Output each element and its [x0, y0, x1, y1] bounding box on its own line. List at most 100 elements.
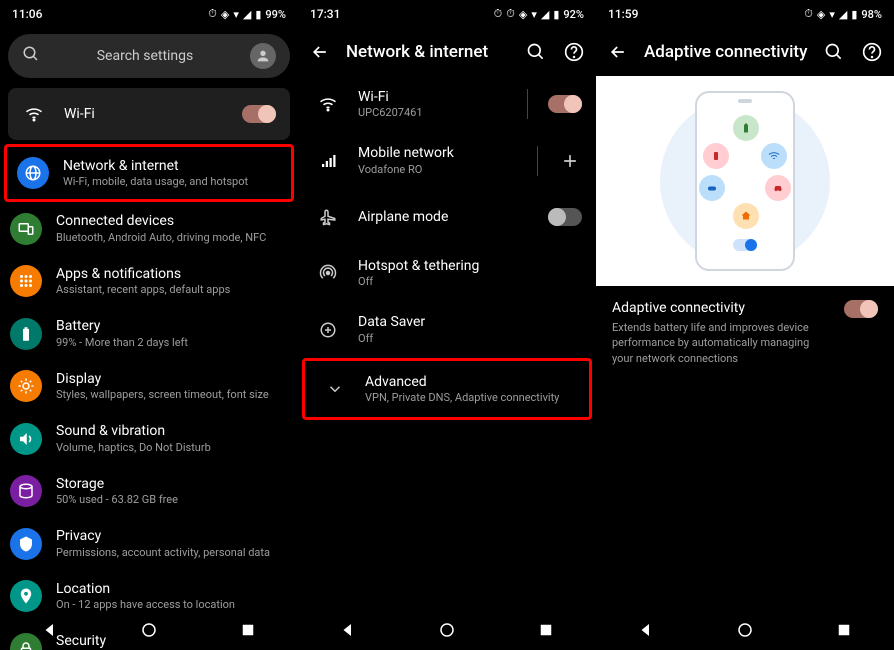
back-icon[interactable] [308, 40, 332, 64]
devices-icon [10, 213, 42, 245]
row-title: Network & internet [63, 157, 277, 175]
location-icon [10, 580, 42, 612]
row-title: Display [56, 370, 284, 388]
nav-bar [596, 610, 894, 650]
row-sub: Off [358, 332, 582, 346]
settings-row-sound[interactable]: Sound & vibrationVolume, haptics, Do Not… [0, 412, 298, 464]
search-placeholder: Search settings [54, 48, 236, 64]
screen-header: Adaptive connectivity [596, 28, 894, 76]
row-title: Connected devices [56, 212, 284, 230]
setting-title: Adaptive connectivity [612, 300, 832, 316]
row-title: Advanced [365, 373, 575, 391]
status-icons: ⏱◈▾◢▮ 98% [804, 7, 882, 21]
add-icon[interactable] [558, 151, 582, 171]
row-title: Airplane mode [358, 208, 534, 226]
wifi-icon [312, 88, 344, 120]
home-bubble [733, 203, 759, 229]
row-sub: VPN, Private DNS, Adaptive connectivity [365, 391, 575, 405]
clock: 11:06 [12, 7, 42, 21]
network-list: Wi-FiUPC6207461Mobile networkVodafone RO… [298, 76, 596, 650]
help-icon[interactable] [562, 40, 586, 64]
battery-icon [10, 318, 42, 350]
home-nav[interactable] [736, 621, 754, 639]
illustration-panel [596, 76, 894, 286]
adaptive-setting-row[interactable]: Adaptive connectivity Extends battery li… [596, 286, 894, 380]
network-row-expand[interactable]: AdvancedVPN, Private DNS, Adaptive conne… [302, 358, 592, 420]
row-sub: 99% - More than 2 days left [56, 336, 284, 350]
row-sub: Volume, haptics, Do Not Disturb [56, 441, 284, 455]
nav-bar [298, 610, 596, 650]
settings-main-screen: 11:06 ⏱◈▾◢▮ 99% Search settings Wi-Fi Net… [0, 0, 298, 650]
wifi-bubble [761, 143, 787, 169]
recent-nav[interactable] [239, 621, 257, 639]
phone-bubble [703, 143, 729, 169]
toggle[interactable] [548, 95, 582, 113]
settings-row-apps[interactable]: Apps & notificationsAssistant, recent ap… [0, 255, 298, 307]
row-sub: Vodafone RO [358, 163, 517, 177]
datasaver-icon [312, 314, 344, 346]
network-row-hotspot[interactable]: Hotspot & tetheringOff [298, 245, 596, 301]
toggle[interactable] [548, 208, 582, 226]
back-nav[interactable] [637, 621, 655, 639]
adaptive-toggle[interactable] [844, 300, 878, 318]
setting-desc: Extends battery life and improves device… [612, 320, 832, 366]
status-icons: ⏱◈▾◢▮ 99% [208, 7, 286, 21]
signal-icon [312, 145, 344, 177]
row-title: Data Saver [358, 313, 582, 331]
clock: 17:31 [310, 7, 340, 21]
header-title: Adaptive connectivity [644, 42, 808, 62]
wifi-toggle[interactable] [242, 105, 276, 123]
settings-row-privacy[interactable]: PrivacyPermissions, account activity, pe… [0, 517, 298, 569]
expand-icon [319, 373, 351, 405]
settings-row-wifi[interactable]: Wi-Fi [8, 88, 290, 140]
network-internet-screen: 17:31 ⏱⏱◈▾◢▮ 92% Network & internet Wi-F… [298, 0, 596, 650]
back-nav[interactable] [41, 621, 59, 639]
status-icons: ⏱⏱◈▾◢▮ 92% [494, 7, 584, 21]
settings-row-globe[interactable]: Network & internetWi-Fi, mobile, data us… [4, 144, 294, 202]
row-title: Mobile network [358, 144, 517, 162]
help-icon[interactable] [860, 40, 884, 64]
search-icon [22, 45, 40, 67]
row-sub: Permissions, account activity, personal … [56, 546, 284, 560]
storage-icon [10, 475, 42, 507]
row-sub: Off [358, 275, 582, 289]
car-bubble [765, 175, 791, 201]
screen-header: Network & internet [298, 28, 596, 76]
row-sub: UPC6207461 [358, 106, 507, 120]
row-title: Sound & vibration [56, 422, 284, 440]
search-settings-bar[interactable]: Search settings [8, 34, 290, 78]
settings-row-storage[interactable]: Storage50% used - 63.82 GB free [0, 465, 298, 517]
recent-nav[interactable] [835, 621, 853, 639]
row-title: Wi-Fi [64, 105, 228, 123]
settings-row-devices[interactable]: Connected devicesBluetooth, Android Auto… [0, 202, 298, 254]
clock: 11:59 [608, 7, 638, 21]
plane-icon [312, 201, 344, 233]
search-icon[interactable] [822, 40, 846, 64]
recent-nav[interactable] [537, 621, 555, 639]
header-title: Network & internet [346, 42, 510, 62]
back-icon[interactable] [606, 40, 630, 64]
row-title: Storage [56, 475, 284, 493]
back-nav[interactable] [339, 621, 357, 639]
settings-list: Wi-Fi Network & internetWi-Fi, mobile, da… [0, 84, 298, 650]
status-bar: 11:59 ⏱◈▾◢▮ 98% [596, 0, 894, 28]
profile-avatar[interactable] [250, 43, 276, 69]
settings-row-display[interactable]: DisplayStyles, wallpapers, screen timeou… [0, 360, 298, 412]
settings-row-battery[interactable]: Battery99% - More than 2 days left [0, 307, 298, 359]
status-bar: 11:06 ⏱◈▾◢▮ 99% [0, 0, 298, 28]
search-icon[interactable] [524, 40, 548, 64]
adaptive-connectivity-screen: 11:59 ⏱◈▾◢▮ 98% Adaptive connectivity [596, 0, 894, 650]
row-title: Wi-Fi [358, 88, 507, 106]
network-row-signal[interactable]: Mobile networkVodafone RO [298, 132, 596, 188]
sound-icon [10, 423, 42, 455]
wifi-icon [18, 98, 50, 130]
network-row-datasaver[interactable]: Data SaverOff [298, 301, 596, 357]
nav-bar [0, 610, 298, 650]
home-nav[interactable] [140, 621, 158, 639]
apps-icon [10, 265, 42, 297]
network-row-wifi[interactable]: Wi-FiUPC6207461 [298, 76, 596, 132]
hotspot-icon [312, 257, 344, 289]
status-bar: 17:31 ⏱⏱◈▾◢▮ 92% [298, 0, 596, 28]
network-row-plane[interactable]: Airplane mode [298, 189, 596, 245]
home-nav[interactable] [438, 621, 456, 639]
